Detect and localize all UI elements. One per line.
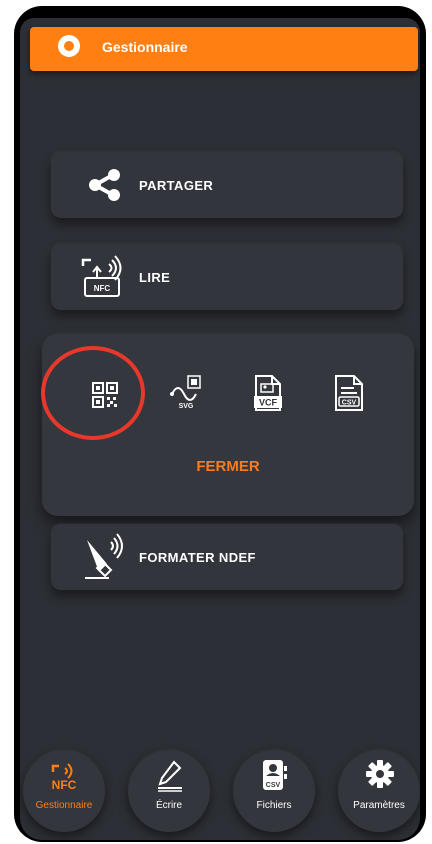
- gear-icon: [366, 760, 394, 788]
- eraser-nfc-icon: [85, 533, 123, 579]
- nav-parametres[interactable]: Paramètres: [338, 750, 420, 832]
- csv-option-label: CSV: [342, 400, 357, 407]
- nav-parametres-label: Paramètres: [353, 800, 405, 811]
- contact-book-icon: CSV: [263, 760, 287, 790]
- nav-csv-icon-text: CSV: [266, 782, 281, 789]
- nav-nfc-icon-text: NFC: [52, 778, 77, 790]
- format-ndef-button[interactable]: FORMATER NDEF: [51, 524, 403, 590]
- app-title: Gestionnaire: [102, 39, 188, 55]
- app-header: Gestionnaire: [30, 27, 418, 71]
- format-ndef-label: FORMATER NDEF: [139, 550, 256, 565]
- nav-fichiers-label: Fichiers: [256, 800, 292, 811]
- nav-gestionnaire-label: Gestionnaire: [35, 800, 93, 811]
- nav-ecrire-label: Écrire: [155, 800, 183, 811]
- nfc-badge-text: NFC: [94, 284, 111, 293]
- read-label: LIRE: [139, 270, 171, 285]
- nav-gestionnaire[interactable]: NFC Gestionnaire: [23, 750, 105, 832]
- share-label: PARTAGER: [139, 178, 214, 193]
- share-icon: [89, 169, 120, 201]
- read-button[interactable]: NFC LIRE: [51, 244, 403, 310]
- app-logo-icon: [58, 35, 80, 57]
- share-button[interactable]: PARTAGER: [51, 152, 403, 218]
- app-screen: Gestionnaire PARTAGER NFC LIRE SVG VCF C…: [20, 18, 420, 840]
- highlight-ring: [41, 346, 145, 440]
- nav-fichiers[interactable]: CSV Fichiers: [233, 750, 315, 832]
- nfc-read-icon: NFC: [81, 255, 122, 297]
- pen-icon: [158, 760, 182, 792]
- nav-ecrire[interactable]: Écrire: [128, 750, 210, 832]
- nfc-icon: NFC: [52, 763, 77, 790]
- svg-export-icon[interactable]: SVG: [168, 374, 204, 414]
- svg-option-label: SVG: [179, 403, 194, 410]
- close-button[interactable]: FERMER: [42, 458, 414, 475]
- csv-export-icon[interactable]: CSV: [334, 374, 364, 412]
- vcf-option-label: VCF: [259, 398, 278, 408]
- vcf-export-icon[interactable]: VCF: [254, 374, 282, 412]
